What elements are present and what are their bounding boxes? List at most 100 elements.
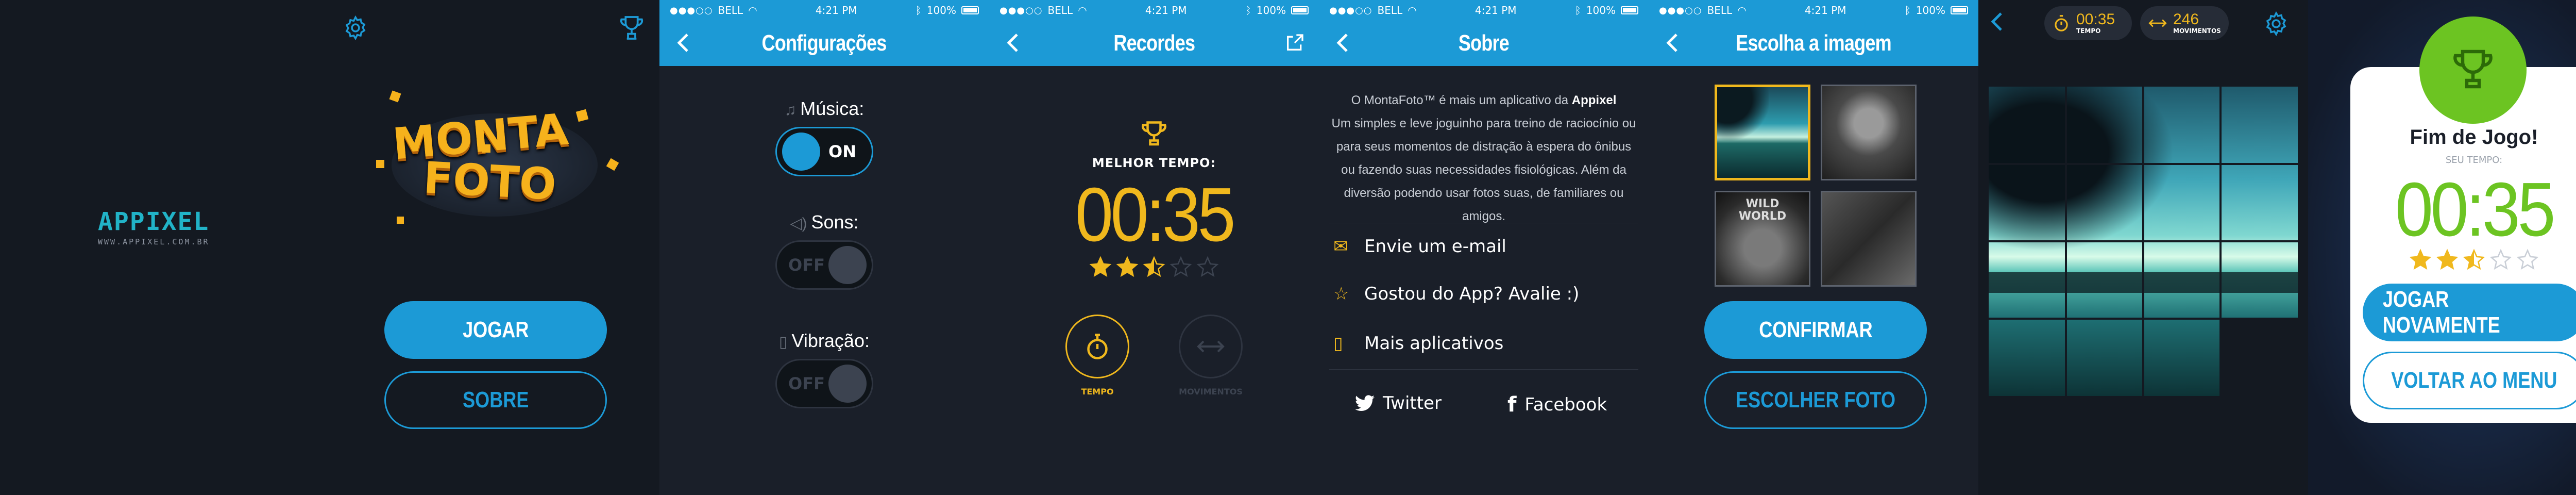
thumb-family[interactable]: [1821, 191, 1917, 287]
email-row[interactable]: ✉ Envie um e-mail: [1333, 226, 1634, 267]
star-icon: [2409, 249, 2432, 270]
trophy-icon: [2453, 50, 2493, 89]
back-to-menu-button[interactable]: VOLTAR AO MENU: [2363, 352, 2576, 409]
facebook-link[interactable]: f Facebook: [1507, 393, 1607, 417]
phone-icon: ▯: [779, 334, 788, 351]
about-screen: ●●●○○ BELL ◠ 4:21 PM ᛒ 100% Sobre O MontaFo…: [1319, 0, 1649, 495]
final-time: 00:35: [2395, 167, 2556, 252]
navbar: Sobre: [1319, 21, 1649, 66]
toggle-state: ON: [828, 142, 856, 161]
share-icon[interactable]: [1282, 30, 1308, 56]
play-again-button[interactable]: JOGAR NOVAMENTE: [2363, 284, 2576, 341]
star-icon: [1089, 256, 1112, 277]
logo-word-foto: FOTO: [422, 152, 557, 210]
game-over-screen: Fim de Jogo! SEU TEMPO: 00:35 JOGAR NOVA…: [2308, 0, 2576, 495]
star-icon: [1116, 256, 1139, 277]
wifi-icon: ◠: [1737, 4, 1747, 16]
stopwatch-icon: [2055, 15, 2068, 31]
settings-screen: ●●●○○ BELL ◠ 4:21 PM ᛒ 100% Configurações ♫…: [659, 0, 989, 495]
back-icon[interactable]: [1660, 30, 1686, 56]
sounds-label: Sons:: [811, 211, 859, 233]
battery-icon: [961, 6, 979, 14]
confirm-button[interactable]: CONFIRMAR: [1704, 301, 1927, 359]
bluetooth-icon: ᛒ: [1904, 4, 1911, 16]
back-icon[interactable]: [1330, 30, 1356, 56]
page-title: Recordes: [1113, 30, 1195, 56]
appixel-brand: APPIXEL: [98, 207, 210, 236]
wild-text: WILD: [1745, 197, 1780, 210]
appixel-url: WWW.APPIXEL.COM.BR: [98, 237, 210, 246]
star-icon: ☆: [1333, 284, 1349, 304]
best-time-label: MELHOR TEMPO:: [1092, 156, 1216, 170]
vibration-setting: ▯ Vibração: OFF: [659, 330, 989, 408]
game-moves: 246: [2173, 11, 2199, 28]
choose-photo-button[interactable]: ESCOLHER FOTO: [1704, 371, 1927, 429]
music-toggle[interactable]: ON: [775, 127, 873, 176]
tab-time-label: TEMPO: [1081, 387, 1114, 397]
status-bar: ●●●○○ BELL ◠ 4:21 PM ᛒ 100%: [659, 0, 989, 21]
more-apps-row[interactable]: ▯ Mais aplicativos: [1333, 323, 1634, 364]
battery-icon: [1291, 6, 1309, 14]
page-title: Escolha a imagem: [1736, 30, 1892, 56]
toggle-knob: [828, 365, 867, 403]
thumb-dog[interactable]: [1821, 85, 1917, 180]
trophy-badge: [2419, 16, 2527, 124]
vibration-toggle[interactable]: OFF: [775, 359, 873, 408]
battery-icon: [1950, 6, 1968, 14]
gear-icon[interactable]: [342, 14, 369, 41]
battery-percent: 100%: [926, 4, 956, 16]
your-time-label: SEU TEMPO:: [2445, 155, 2503, 166]
choose-image-screen: ●●●○○ BELL ◠ 4:21 PM ᛒ 100% Escolha a image…: [1649, 0, 1978, 495]
grid-line: [1989, 240, 2298, 242]
star-icon: [1170, 256, 1192, 277]
dialog-title: Fim de Jogo!: [2410, 126, 2538, 148]
about-button[interactable]: SOBRE: [384, 371, 607, 429]
back-icon[interactable]: [671, 30, 697, 56]
star-icon: [1196, 256, 1219, 277]
vibration-label: Vibração:: [791, 330, 870, 351]
records-trophy-icon: [1139, 119, 1170, 150]
best-time-value: 00:35: [1075, 172, 1236, 257]
empty-tile: [2221, 319, 2298, 396]
back-icon[interactable]: [1001, 30, 1026, 56]
music-note-icon: ♫: [784, 102, 796, 119]
thumb-sunset[interactable]: [1715, 85, 1810, 180]
back-icon[interactable]: [1990, 11, 2005, 34]
rate-row[interactable]: ☆ Gostou do App? Avalie :): [1333, 273, 1634, 315]
divider: [1329, 369, 1638, 370]
status-time: 4:21 PM: [815, 4, 857, 16]
home-screen: APPIXEL WWW.APPIXEL.COM.BR MONTA FOTO JO…: [0, 0, 659, 495]
star-icon: [2489, 249, 2512, 270]
trophy-icon[interactable]: [617, 13, 646, 42]
play-button[interactable]: JOGAR: [384, 301, 607, 359]
page-title: Configurações: [762, 30, 887, 56]
twitter-icon: [1355, 395, 1375, 411]
sounds-toggle[interactable]: OFF: [775, 240, 873, 290]
envelope-icon: ✉: [1333, 236, 1348, 257]
records-screen: ●●●○○ BELL ◠ 4:21 PM ᛒ 100% Recordes MELHOR…: [989, 0, 1319, 495]
music-label: Música:: [800, 98, 865, 119]
wifi-icon: ◠: [748, 4, 757, 16]
twitter-link[interactable]: Twitter: [1355, 393, 1442, 414]
puzzle-board: [1989, 87, 2298, 396]
bluetooth-icon: ᛒ: [1245, 4, 1251, 16]
carrier: BELL: [718, 4, 743, 16]
thumb-wild-world[interactable]: WILD WORLD: [1715, 191, 1810, 287]
toggle-knob: [828, 246, 867, 284]
music-setting: ♫ Música: ON: [659, 98, 989, 176]
timer-pill: 00:35 TEMPO: [2044, 6, 2132, 40]
world-text: WORLD: [1738, 210, 1787, 223]
wifi-icon: ◠: [1408, 4, 1417, 16]
signal-dots: ●●●○○: [670, 5, 713, 16]
wifi-icon: ◠: [1078, 4, 1087, 16]
moves-pill: 246 MOVIMENTOS: [2140, 6, 2229, 40]
sounds-setting: ◁) Sons: OFF: [659, 211, 989, 290]
game-screen: 00:35 TEMPO 246 MOVIMENTOS: [1978, 0, 2308, 495]
bluetooth-icon: ᛒ: [1574, 4, 1581, 16]
gear-icon[interactable]: [2263, 10, 2290, 37]
battery-icon: [1620, 6, 1638, 14]
star-icon: [1143, 256, 1165, 277]
speaker-icon: ◁): [790, 215, 807, 232]
tab-time[interactable]: [1065, 315, 1129, 378]
tab-moves[interactable]: [1179, 315, 1243, 378]
